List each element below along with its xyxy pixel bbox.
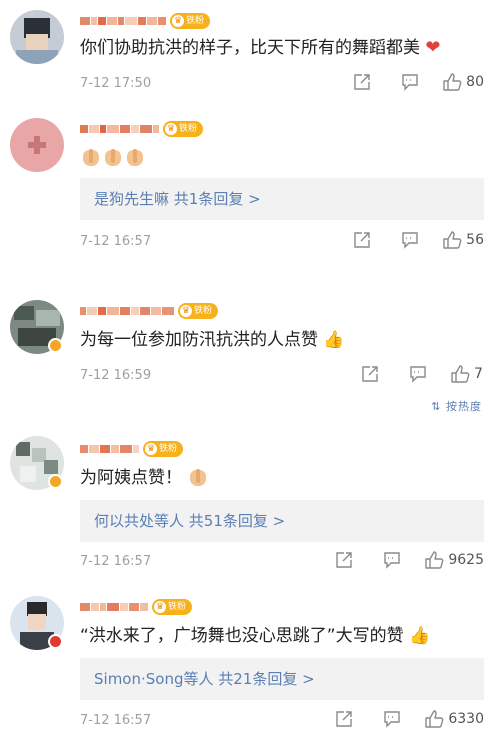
avatar[interactable]	[10, 118, 64, 172]
share-icon	[354, 74, 370, 90]
share-button[interactable]	[338, 231, 386, 249]
heart-emoji: ❤	[425, 37, 441, 58]
blurred-username	[80, 14, 166, 28]
comment-icon	[410, 366, 426, 383]
reply-preview[interactable]: 是狗先生嘛 共1条回复 >	[80, 178, 484, 220]
clap-emoji	[124, 148, 146, 168]
comment-icon	[402, 232, 418, 249]
verified-badge-icon	[48, 634, 63, 649]
share-icon	[354, 232, 370, 248]
comment-actions: 9625	[320, 550, 484, 570]
comment-time: 7-12 17:50	[80, 76, 152, 91]
comment-button[interactable]	[368, 551, 416, 569]
sort-by-hot-toggle[interactable]: ⇅ 按热度	[431, 398, 482, 414]
comment-time: 7-12 16:57	[80, 713, 152, 728]
blurred-username	[80, 600, 148, 614]
comment-text: 为阿姨点赞！	[80, 466, 209, 490]
share-button[interactable]	[320, 710, 368, 728]
like-button[interactable]: 6330	[416, 709, 484, 729]
share-icon	[362, 366, 378, 382]
reply-preview[interactable]: Simon·Song等人 共21条回复 >	[80, 658, 484, 700]
crown-icon: ♛	[165, 123, 177, 135]
like-icon	[443, 231, 462, 249]
comment-text: 你们协助抗洪的样子，比天下所有的舞蹈都美 ❤	[80, 37, 441, 58]
comment-icon	[384, 711, 401, 728]
like-count: 56	[466, 232, 484, 248]
username[interactable]: ♛ 铁粉	[80, 596, 193, 618]
comment-time: 7-12 16:59	[80, 368, 152, 383]
like-button[interactable]: 80	[434, 72, 484, 92]
comment-actions: 6330	[320, 709, 484, 729]
comment-item: ♛ 铁粉 是狗先生嘛 共1条回复 > 7-12 16:57 56	[0, 108, 492, 288]
like-button[interactable]: 9625	[416, 550, 484, 570]
clap-emoji	[80, 148, 102, 168]
comment-time: 7-12 16:57	[80, 234, 152, 249]
fan-badge: ♛ 铁粉	[178, 303, 219, 319]
like-button[interactable]: 7	[442, 364, 484, 384]
username[interactable]: ♛ 铁粉	[80, 10, 211, 32]
like-count: 9625	[448, 552, 484, 568]
comment-item: ♛ 铁粉 为阿姨点赞！ 何以共处等人 共51条回复 > 7-12 16:57 96…	[0, 428, 492, 588]
comment-icon	[402, 74, 418, 91]
sort-icon: ⇅	[431, 400, 442, 413]
comment-time: 7-12 16:57	[80, 554, 152, 569]
comment-button[interactable]	[386, 73, 434, 91]
username[interactable]: ♛ 铁粉	[80, 438, 184, 460]
crown-icon: ♛	[172, 15, 184, 27]
username[interactable]: ♛ 铁粉	[80, 300, 219, 322]
comment-text	[80, 146, 146, 170]
share-icon	[336, 711, 353, 727]
comment-icon	[384, 552, 401, 569]
comment-item: ♛ 铁粉 “洪水来了，广场舞也没心思跳了”大写的赞 👍 Simon·Song等人 …	[0, 588, 492, 733]
clap-emoji	[102, 148, 124, 168]
username[interactable]: ♛ 铁粉	[80, 118, 204, 140]
reply-preview[interactable]: 何以共处等人 共51条回复 >	[80, 500, 484, 542]
like-count: 80	[466, 74, 484, 90]
comment-button[interactable]	[368, 710, 416, 728]
like-count: 6330	[448, 711, 484, 727]
verified-badge-icon	[48, 474, 63, 489]
comment-actions: 56	[338, 230, 484, 250]
comment-text: “洪水来了，广场舞也没心思跳了”大写的赞 👍	[80, 626, 431, 646]
like-icon	[443, 73, 462, 91]
clap-emoji	[187, 468, 209, 488]
blurred-username	[80, 304, 174, 318]
crown-icon: ♛	[145, 443, 157, 455]
share-button[interactable]	[346, 365, 394, 383]
share-icon	[336, 552, 353, 568]
like-icon	[451, 365, 470, 383]
fan-badge: ♛ 铁粉	[163, 121, 204, 137]
comment-item: ♛ 铁粉 为每一位参加防汛抗洪的人点赞 👍 7-12 16:59 7	[0, 288, 492, 420]
crown-icon: ♛	[180, 305, 192, 317]
like-icon	[425, 551, 444, 569]
thumbs-up-emoji: 👍	[323, 330, 345, 350]
fan-badge: ♛ 铁粉	[143, 441, 184, 457]
share-button[interactable]	[320, 551, 368, 569]
share-button[interactable]	[338, 73, 386, 91]
fan-badge: ♛ 铁粉	[152, 599, 193, 615]
comment-actions: 80	[338, 72, 484, 92]
like-icon	[425, 710, 444, 728]
verified-badge-icon	[48, 338, 63, 353]
like-count: 7	[474, 366, 483, 382]
comment-actions: 7	[346, 364, 484, 384]
like-button[interactable]: 56	[434, 230, 484, 250]
thumbs-up-emoji: 👍	[409, 626, 431, 646]
crown-icon: ♛	[154, 601, 166, 613]
blurred-username	[80, 122, 159, 136]
comment-text: 为每一位参加防汛抗洪的人点赞 👍	[80, 330, 345, 350]
comment-button[interactable]	[394, 365, 442, 383]
avatar[interactable]	[10, 10, 64, 64]
comment-item: ♛ 铁粉 你们协助抗洪的样子，比天下所有的舞蹈都美 ❤ 7-12 17:50 80	[0, 0, 492, 108]
fan-badge: ♛ 铁粉	[170, 13, 211, 29]
blurred-username	[80, 442, 139, 456]
comment-button[interactable]	[386, 231, 434, 249]
